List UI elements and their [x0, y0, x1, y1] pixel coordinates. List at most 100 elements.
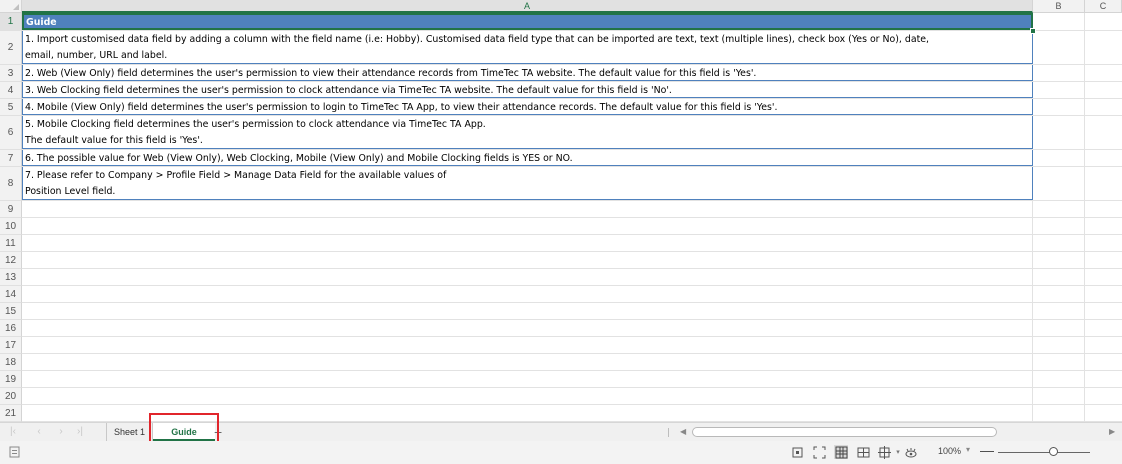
- cell-a[interactable]: [22, 354, 1033, 370]
- cell-c[interactable]: [1085, 218, 1122, 234]
- cell-c[interactable]: [1085, 13, 1122, 30]
- cell-c[interactable]: [1085, 337, 1122, 353]
- prev-sheet-icon[interactable]: ‹: [34, 426, 44, 438]
- cell-a[interactable]: [22, 388, 1033, 404]
- cell-c[interactable]: [1085, 269, 1122, 285]
- page-break-icon[interactable]: [877, 445, 891, 459]
- scroll-left-icon[interactable]: ◀: [680, 427, 686, 436]
- row-header[interactable]: 15: [0, 303, 22, 320]
- cell-a2[interactable]: 1. Import customised data field by addin…: [22, 31, 1033, 64]
- cell-b[interactable]: [1033, 82, 1085, 98]
- eye-protection-icon[interactable]: [904, 445, 918, 459]
- cell-a[interactable]: [22, 201, 1033, 217]
- cell-a[interactable]: [22, 218, 1033, 234]
- cell-b[interactable]: [1033, 150, 1085, 166]
- row-header[interactable]: 19: [0, 371, 22, 388]
- cell-c[interactable]: [1085, 320, 1122, 336]
- column-header-b[interactable]: B: [1033, 0, 1085, 13]
- row-header[interactable]: 20: [0, 388, 22, 405]
- cell-c[interactable]: [1085, 201, 1122, 217]
- cell-b[interactable]: [1033, 337, 1085, 353]
- column-header-a[interactable]: A: [22, 0, 1033, 13]
- cell-b[interactable]: [1033, 252, 1085, 268]
- fullscreen-icon[interactable]: [812, 445, 826, 459]
- cell-c[interactable]: [1085, 354, 1122, 370]
- row-header[interactable]: 21: [0, 405, 22, 422]
- row-header[interactable]: 4: [0, 82, 22, 99]
- cell-c[interactable]: [1085, 235, 1122, 251]
- cell-b[interactable]: [1033, 269, 1085, 285]
- cell-b[interactable]: [1033, 31, 1085, 64]
- cell-a[interactable]: [22, 337, 1033, 353]
- cell-c[interactable]: [1085, 405, 1122, 421]
- cell-c[interactable]: [1085, 65, 1122, 81]
- last-sheet-icon[interactable]: ›|: [75, 426, 85, 438]
- row-header[interactable]: 5: [0, 99, 22, 116]
- cell-b[interactable]: [1033, 167, 1085, 200]
- horizontal-scrollbar-thumb[interactable]: [692, 427, 997, 437]
- cell-b[interactable]: [1033, 354, 1085, 370]
- row-header[interactable]: 8: [0, 167, 22, 201]
- cell-a8[interactable]: 7. Please refer to Company > Profile Fie…: [22, 167, 1033, 200]
- row-header[interactable]: 7: [0, 150, 22, 167]
- cell-b[interactable]: [1033, 320, 1085, 336]
- cell-a[interactable]: [22, 320, 1033, 336]
- cell-c[interactable]: [1085, 303, 1122, 319]
- next-sheet-icon[interactable]: ›: [56, 426, 66, 438]
- cell-b[interactable]: [1033, 235, 1085, 251]
- row-header[interactable]: 2: [0, 31, 22, 65]
- row-header[interactable]: 6: [0, 116, 22, 150]
- cell-a[interactable]: [22, 371, 1033, 387]
- cell-a7[interactable]: 6. The possible value for Web (View Only…: [22, 150, 1033, 166]
- cell-c[interactable]: [1085, 82, 1122, 98]
- cell-c[interactable]: [1085, 167, 1122, 200]
- cell-b[interactable]: [1033, 116, 1085, 149]
- zoom-slider-track[interactable]: [998, 452, 1090, 453]
- row-header[interactable]: 10: [0, 218, 22, 235]
- cell-b[interactable]: [1033, 286, 1085, 302]
- tab-sheet-1[interactable]: Sheet 1: [106, 423, 153, 441]
- cell-b[interactable]: [1033, 99, 1085, 115]
- column-header-c[interactable]: C: [1085, 0, 1122, 13]
- cell-b[interactable]: [1033, 13, 1085, 30]
- cell-a4[interactable]: 3. Web Clocking field determines the use…: [22, 82, 1033, 98]
- zoom-dropdown-icon[interactable]: ▾: [966, 445, 970, 454]
- protect-icon[interactable]: [790, 445, 804, 459]
- row-header[interactable]: 18: [0, 354, 22, 371]
- scroll-divider[interactable]: [668, 428, 669, 437]
- cell-a3[interactable]: 2. Web (View Only) field determines the …: [22, 65, 1033, 81]
- cell-c[interactable]: [1085, 31, 1122, 64]
- cell-c[interactable]: [1085, 116, 1122, 149]
- cell-c[interactable]: [1085, 371, 1122, 387]
- cell-b[interactable]: [1033, 405, 1085, 421]
- scroll-right-icon[interactable]: ▶: [1109, 427, 1115, 436]
- cell-b[interactable]: [1033, 371, 1085, 387]
- cell-a[interactable]: [22, 252, 1033, 268]
- cell-b[interactable]: [1033, 65, 1085, 81]
- cell-c[interactable]: [1085, 388, 1122, 404]
- zoom-out-button[interactable]: —: [980, 442, 994, 458]
- cell-a5[interactable]: 4. Mobile (View Only) field determines t…: [22, 99, 1033, 115]
- cell-a[interactable]: [22, 235, 1033, 251]
- row-header[interactable]: 1: [0, 13, 22, 31]
- cell-a[interactable]: [22, 269, 1033, 285]
- cell-c[interactable]: [1085, 150, 1122, 166]
- row-header[interactable]: 16: [0, 320, 22, 337]
- row-header[interactable]: 12: [0, 252, 22, 269]
- row-header[interactable]: 11: [0, 235, 22, 252]
- cell-a[interactable]: [22, 286, 1033, 302]
- chevron-down-icon[interactable]: ▾: [891, 445, 905, 459]
- row-header[interactable]: 9: [0, 201, 22, 218]
- cell-b[interactable]: [1033, 303, 1085, 319]
- cell-c[interactable]: [1085, 286, 1122, 302]
- cell-c[interactable]: [1085, 252, 1122, 268]
- row-header[interactable]: 3: [0, 65, 22, 82]
- cell-a[interactable]: [22, 303, 1033, 319]
- cell-a1-guide-title[interactable]: Guide: [22, 13, 1033, 30]
- row-header[interactable]: 13: [0, 269, 22, 286]
- cell-b[interactable]: [1033, 388, 1085, 404]
- cell-c[interactable]: [1085, 99, 1122, 115]
- row-header[interactable]: 14: [0, 286, 22, 303]
- normal-view-icon[interactable]: [834, 445, 848, 459]
- cell-b[interactable]: [1033, 201, 1085, 217]
